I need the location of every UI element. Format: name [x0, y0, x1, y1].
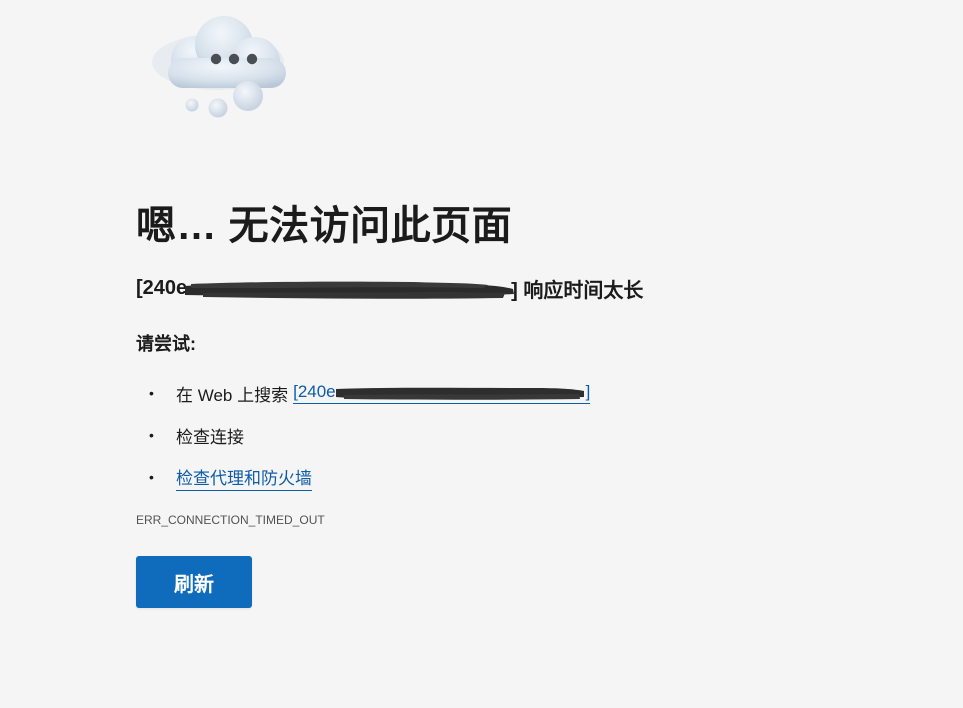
check-connection-text: 检查连接: [176, 427, 244, 447]
redaction-mark: [335, 387, 584, 400]
suggestion-list: • 在 Web 上搜索 [240e ] • 检查连接 • 检查代理和防火墙: [136, 372, 591, 498]
try-heading: 请尝试:: [136, 334, 196, 354]
suggestion-search-web: • 在 Web 上搜索 [240e ]: [136, 372, 591, 414]
bullet: •: [149, 385, 154, 401]
cloud-ellipsis-icon: [152, 16, 286, 118]
page-title: 嗯… 无法访问此页面: [136, 204, 513, 248]
check-proxy-firewall-link[interactable]: 检查代理和防火墙: [176, 464, 312, 491]
response-message: ] 响应时间太长: [511, 280, 644, 302]
bullet: •: [149, 469, 154, 485]
suggestion-check-proxy: • 检查代理和防火墙: [136, 456, 590, 498]
search-link-text: [240e: [293, 382, 336, 401]
search-web-link[interactable]: [240e ]: [293, 382, 591, 404]
bullet: •: [149, 427, 154, 443]
error-code: ERR_CONNECTION_TIMED_OUT: [136, 513, 325, 527]
error-page: 嗯… 无法访问此页面 [240e ] 响应时间太长 请尝试: • 在 Web 上…: [136, 0, 896, 708]
suggestion-search-prefix: 在 Web 上搜索: [176, 385, 289, 405]
refresh-button[interactable]: 刷新: [136, 556, 252, 608]
search-link-suffix: ]: [585, 382, 591, 401]
redaction-mark: [185, 281, 515, 299]
host-address: [240e: [136, 277, 188, 299]
suggestion-check-connection: • 检查连接: [136, 414, 590, 456]
error-summary: [240e ] 响应时间太长: [136, 274, 643, 303]
